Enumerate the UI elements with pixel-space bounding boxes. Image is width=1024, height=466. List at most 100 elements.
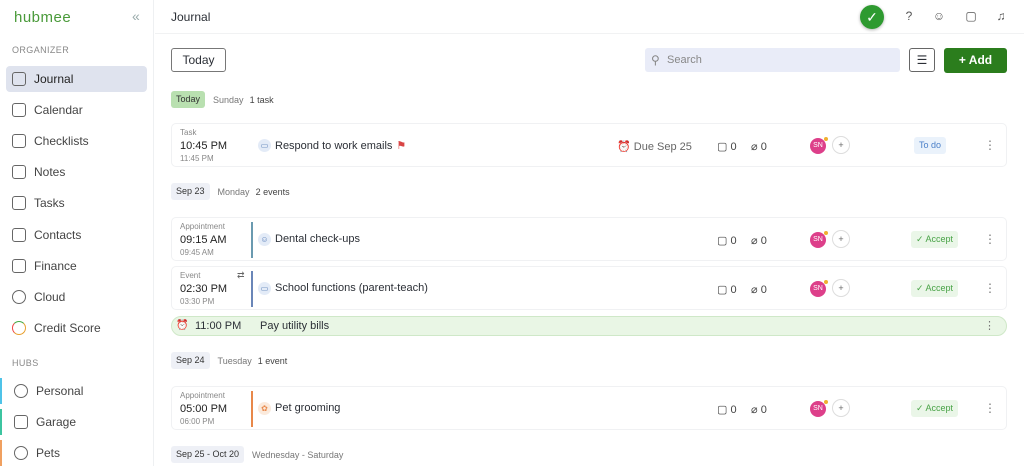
journal-row[interactable]: Event ⇄ 02:30 PM 03:30 PM ▭ School funct… (171, 266, 1007, 310)
count: 0 (760, 141, 767, 153)
gauge-icon (12, 321, 26, 335)
category-bar (251, 391, 253, 427)
comments-count[interactable]: ▢ 0 (717, 234, 737, 247)
journal-row[interactable]: Appointment 09:15 AM 09:45 AM ☺ Dental c… (171, 217, 1007, 261)
start-time: 10:45 PM (180, 140, 228, 152)
date-badge: Sep 25 - Oct 20 (171, 446, 245, 463)
calendar-icon (12, 103, 26, 117)
sidebar-item-tasks[interactable]: Tasks (6, 190, 147, 216)
count-label: 2 events (255, 186, 290, 197)
count: 0 (730, 284, 737, 296)
hubs-label: HUBS (12, 358, 39, 368)
alarm-icon: ⏰ (176, 320, 189, 331)
sidebar-item-label: Calendar (34, 103, 83, 117)
help-icon[interactable]: ? (901, 8, 917, 24)
date-header: Sep 23 Monday 2 events (171, 183, 290, 200)
day-label: Sunday (213, 94, 244, 105)
reminder-row[interactable]: ⏰ 11:00 PM Pay utility bills ⋮ (171, 316, 1007, 336)
more-options-icon[interactable]: ⋮ (984, 232, 996, 246)
attachments-count[interactable]: ⌀ 0 (751, 283, 767, 296)
category-bar (251, 271, 253, 307)
more-options-icon[interactable]: ⋮ (984, 401, 996, 415)
clipboard-icon (12, 72, 26, 86)
status-check-icon[interactable]: ✓ (860, 5, 884, 29)
sidebar-item-label: Notes (34, 165, 66, 179)
item-title: Dental check-ups (275, 233, 360, 245)
paw-icon: ✿ (258, 402, 271, 415)
collapse-sidebar-icon[interactable]: « (132, 8, 140, 24)
day-label: Tuesday (217, 355, 252, 366)
more-options-icon[interactable]: ⋮ (984, 281, 996, 295)
checklist-icon (12, 134, 26, 148)
briefcase-icon: ▭ (258, 139, 271, 152)
search-input[interactable]: ⚲ Search (645, 48, 900, 72)
page-title: Journal (171, 10, 211, 24)
status-label: Accept (925, 403, 954, 413)
item-title: School functions (parent-teach) (275, 282, 428, 294)
add-label: Add (968, 53, 993, 67)
add-button[interactable]: + Add (944, 48, 1007, 73)
chat-icon[interactable]: ▢ (963, 8, 979, 24)
bell-icon[interactable]: ♫ (993, 8, 1009, 24)
count: 0 (730, 141, 737, 153)
sidebar-item-pets[interactable]: Pets (0, 440, 147, 466)
add-person-icon[interactable]: + (832, 279, 850, 297)
add-person-icon[interactable]: + (832, 136, 850, 154)
status-badge[interactable]: To do (914, 137, 947, 154)
add-person-icon[interactable]: + (832, 230, 850, 248)
contacts-icon (12, 228, 26, 242)
count-label: 1 task (249, 94, 274, 105)
sidebar-item-finance[interactable]: Finance (6, 253, 147, 279)
briefcase-icon: ▭ (258, 282, 271, 295)
filter-button[interactable]: ☰ (909, 48, 935, 72)
comments-count[interactable]: ▢ 0 (717, 403, 737, 416)
repeat-icon: ⇄ (237, 270, 245, 280)
sidebar: hubmee « ORGANIZER Journal Calendar Chec… (0, 0, 154, 466)
due-date: ⏰ Due Sep 25 (617, 141, 692, 153)
sidebar-item-personal[interactable]: Personal (0, 378, 147, 404)
day-label: Monday (217, 186, 250, 197)
attachments-count[interactable]: ⌀ 0 (751, 234, 767, 247)
finance-icon (12, 259, 26, 273)
sidebar-item-notes[interactable]: Notes (6, 159, 147, 185)
users-icon[interactable]: ☺ (931, 8, 947, 24)
item-title: Respond to work emails (275, 140, 393, 152)
date-header: Today Sunday 1 task (171, 91, 274, 108)
sidebar-item-label: Personal (36, 384, 84, 398)
accept-button[interactable]: ✓ Accept (911, 400, 959, 417)
comments-count[interactable]: ▢ 0 (717, 140, 737, 153)
reminder-title: Pay utility bills (260, 320, 330, 332)
kind-label: Appointment (180, 222, 225, 231)
journal-row[interactable]: Task 10:45 PM 11:45 PM ▭ Respond to work… (171, 123, 1007, 167)
attachments-count[interactable]: ⌀ 0 (751, 140, 767, 153)
today-button[interactable]: Today (171, 48, 226, 72)
sidebar-item-garage[interactable]: Garage (0, 409, 147, 435)
kind-label: Appointment (180, 391, 225, 400)
count: 0 (730, 404, 737, 416)
tasks-icon (12, 196, 26, 210)
day-label: Wednesday - Saturday (252, 449, 344, 460)
accept-button[interactable]: ✓ Accept (911, 280, 959, 297)
end-time: 09:45 AM (180, 248, 214, 257)
accept-button[interactable]: ✓ Accept (911, 231, 959, 248)
more-options-icon[interactable]: ⋮ (984, 319, 995, 332)
attachments-count[interactable]: ⌀ 0 (751, 403, 767, 416)
end-time: 06:00 PM (180, 417, 215, 426)
sidebar-item-calendar[interactable]: Calendar (6, 97, 147, 123)
person-icon (14, 384, 28, 398)
start-time: 02:30 PM (180, 283, 228, 295)
sidebar-item-credit-score[interactable]: Credit Score (6, 315, 147, 341)
count: 0 (760, 235, 767, 247)
sidebar-item-journal[interactable]: Journal (6, 66, 147, 92)
add-person-icon[interactable]: + (832, 399, 850, 417)
comments-count[interactable]: ▢ 0 (717, 283, 737, 296)
top-bar: Journal ✓ ? ☺ ▢ ♫ (155, 0, 1024, 34)
more-options-icon[interactable]: ⋮ (984, 138, 996, 152)
sidebar-item-checklists[interactable]: Checklists (6, 128, 147, 154)
date-badge: Today (171, 91, 206, 108)
sidebar-item-cloud[interactable]: Cloud (6, 284, 147, 310)
sidebar-item-contacts[interactable]: Contacts (6, 222, 147, 248)
journal-row[interactable]: Appointment 05:00 PM 06:00 PM ✿ Pet groo… (171, 386, 1007, 430)
kind-label: Event (180, 271, 201, 280)
avatar: SN (810, 231, 828, 248)
